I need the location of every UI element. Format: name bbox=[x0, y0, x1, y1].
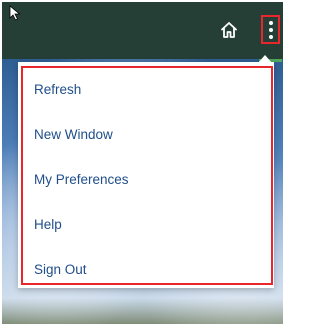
menu-item-help[interactable]: Help bbox=[34, 202, 266, 247]
kebab-menu-icon bbox=[268, 20, 273, 25]
menu-item-my-preferences[interactable]: My Preferences bbox=[34, 157, 266, 202]
app-screen: Refresh New Window My Preferences Help S… bbox=[2, 2, 283, 324]
menu-list: Refresh New Window My Preferences Help S… bbox=[34, 67, 266, 292]
kebab-dot bbox=[268, 27, 273, 32]
home-button[interactable] bbox=[217, 18, 241, 42]
home-icon bbox=[221, 22, 237, 38]
more-options-button[interactable] bbox=[261, 15, 280, 44]
menu-item-new-window[interactable]: New Window bbox=[34, 112, 266, 157]
menu-pointer-caret bbox=[258, 55, 272, 63]
mouse-cursor-icon bbox=[9, 5, 21, 21]
menu-item-sign-out[interactable]: Sign Out bbox=[34, 247, 266, 292]
kebab-dot bbox=[268, 34, 273, 39]
screenshot-frame: Refresh New Window My Preferences Help S… bbox=[0, 0, 286, 327]
top-header-bar bbox=[2, 2, 283, 59]
menu-item-refresh[interactable]: Refresh bbox=[34, 67, 266, 112]
